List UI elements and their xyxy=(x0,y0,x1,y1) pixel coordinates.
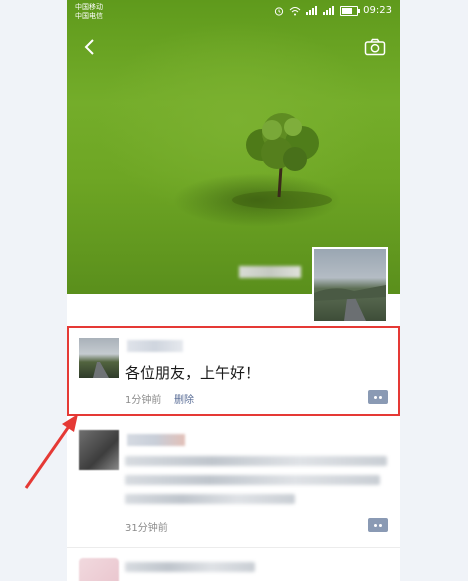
carrier-2: 中国电信 xyxy=(75,12,103,20)
battery-icon xyxy=(340,5,361,16)
comment-dots-icon[interactable] xyxy=(368,518,388,532)
moment-post[interactable]: 31分钟前 xyxy=(67,420,400,546)
camera-icon[interactable] xyxy=(364,38,386,56)
post-nickname-blurred[interactable] xyxy=(127,434,185,446)
carrier-1: 中国移动 xyxy=(75,3,103,11)
annotation-arrow xyxy=(24,414,78,489)
status-icons: 09:23 xyxy=(274,5,392,16)
wifi-icon xyxy=(289,6,301,15)
post-nickname-blurred[interactable] xyxy=(125,562,255,572)
user-nickname-blurred xyxy=(239,266,301,278)
post-time: 31分钟前 xyxy=(125,523,168,534)
alarm-icon xyxy=(275,6,284,16)
post-text-blurred xyxy=(125,475,380,485)
post-text-blurred xyxy=(125,494,295,504)
highlight-box xyxy=(67,326,400,416)
back-arrow-icon[interactable] xyxy=(79,36,101,58)
carrier-info: 中国移动 中国电信 xyxy=(75,3,103,21)
avatar[interactable] xyxy=(79,558,119,581)
moment-post[interactable] xyxy=(67,548,400,581)
tree-image xyxy=(232,113,332,209)
post-text-blurred xyxy=(125,456,387,466)
avatar-road-image xyxy=(314,285,386,321)
signal-icon xyxy=(306,6,318,15)
status-bar: 中国移动 中国电信 09:23 xyxy=(67,0,400,26)
my-avatar[interactable] xyxy=(312,247,388,323)
moments-screen: 中国移动 中国电信 09:23 各位朋友，上午好！ 1分钟前 删除 31分钟前 xyxy=(67,0,400,581)
status-time: 09:23 xyxy=(363,5,392,16)
signal-icon-2 xyxy=(323,6,335,15)
